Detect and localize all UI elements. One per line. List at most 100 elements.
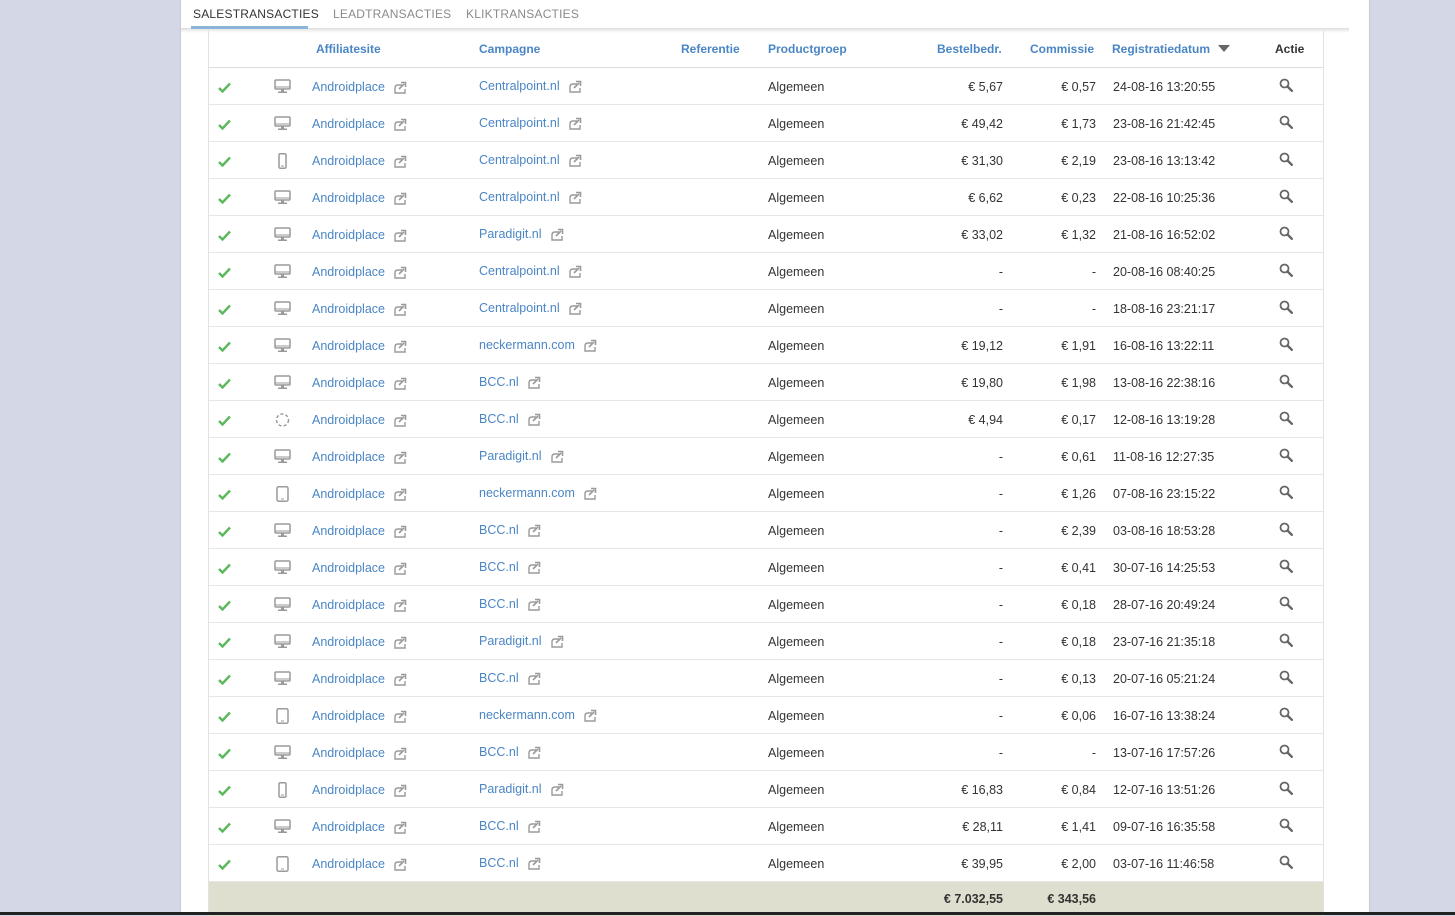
tab-kliktransacties[interactable]: KLIKTRANSACTIES xyxy=(466,7,579,21)
campaign-link[interactable]: BCC.nl xyxy=(479,856,519,870)
external-link-icon[interactable] xyxy=(526,746,541,762)
external-link-icon[interactable] xyxy=(526,598,541,614)
view-details-search-icon[interactable] xyxy=(1279,707,1294,724)
affiliatesite-link[interactable]: Androidplace xyxy=(312,746,385,760)
external-link-icon[interactable] xyxy=(526,413,541,429)
external-link-icon[interactable] xyxy=(392,599,407,615)
view-details-search-icon[interactable] xyxy=(1279,485,1294,502)
column-header-productgroep[interactable]: Productgroep xyxy=(768,42,847,56)
external-link-icon[interactable] xyxy=(392,636,407,652)
external-link-icon[interactable] xyxy=(582,487,597,503)
affiliatesite-link[interactable]: Androidplace xyxy=(312,228,385,242)
external-link-icon[interactable] xyxy=(392,451,407,467)
affiliatesite-link[interactable]: Androidplace xyxy=(312,191,385,205)
external-link-icon[interactable] xyxy=(392,673,407,689)
external-link-icon[interactable] xyxy=(526,561,541,577)
view-details-search-icon[interactable] xyxy=(1279,744,1294,761)
external-link-icon[interactable] xyxy=(392,229,407,245)
external-link-icon[interactable] xyxy=(392,858,407,874)
column-header-commissie[interactable]: Commissie xyxy=(1030,42,1094,56)
external-link-icon[interactable] xyxy=(392,192,407,208)
campaign-link[interactable]: Centralpoint.nl xyxy=(479,190,560,204)
affiliatesite-link[interactable]: Androidplace xyxy=(312,635,385,649)
campaign-link[interactable]: neckermann.com xyxy=(479,486,575,500)
column-header-referentie[interactable]: Referentie xyxy=(681,42,740,56)
external-link-icon[interactable] xyxy=(392,81,407,97)
view-details-search-icon[interactable] xyxy=(1279,818,1294,835)
campaign-link[interactable]: BCC.nl xyxy=(479,560,519,574)
campaign-link[interactable]: BCC.nl xyxy=(479,819,519,833)
external-link-icon[interactable] xyxy=(392,155,407,171)
tab-salestransacties[interactable]: SALESTRANSACTIES xyxy=(193,7,319,21)
view-details-search-icon[interactable] xyxy=(1279,448,1294,465)
affiliatesite-link[interactable]: Androidplace xyxy=(312,413,385,427)
external-link-icon[interactable] xyxy=(549,635,564,651)
external-link-icon[interactable] xyxy=(392,784,407,800)
view-details-search-icon[interactable] xyxy=(1279,522,1294,539)
external-link-icon[interactable] xyxy=(549,450,564,466)
campaign-link[interactable]: neckermann.com xyxy=(479,708,575,722)
column-header-registratiedatum[interactable]: Registratiedatum xyxy=(1112,42,1231,56)
campaign-link[interactable]: BCC.nl xyxy=(479,671,519,685)
affiliatesite-link[interactable]: Androidplace xyxy=(312,265,385,279)
external-link-icon[interactable] xyxy=(392,710,407,726)
external-link-icon[interactable] xyxy=(392,118,407,134)
affiliatesite-link[interactable]: Androidplace xyxy=(312,450,385,464)
external-link-icon[interactable] xyxy=(549,228,564,244)
column-header-campagne[interactable]: Campagne xyxy=(479,42,540,56)
affiliatesite-link[interactable]: Androidplace xyxy=(312,80,385,94)
view-details-search-icon[interactable] xyxy=(1279,152,1294,169)
external-link-icon[interactable] xyxy=(526,820,541,836)
external-link-icon[interactable] xyxy=(567,80,582,96)
campaign-link[interactable]: Paradigit.nl xyxy=(479,634,542,648)
affiliatesite-link[interactable]: Androidplace xyxy=(312,672,385,686)
campaign-link[interactable]: Centralpoint.nl xyxy=(479,301,560,315)
campaign-link[interactable]: Centralpoint.nl xyxy=(479,116,560,130)
campaign-link[interactable]: Centralpoint.nl xyxy=(479,264,560,278)
external-link-icon[interactable] xyxy=(392,377,407,393)
view-details-search-icon[interactable] xyxy=(1279,670,1294,687)
column-header-affiliatesite[interactable]: Affiliatesite xyxy=(316,42,381,56)
view-details-search-icon[interactable] xyxy=(1279,411,1294,428)
campaign-link[interactable]: BCC.nl xyxy=(479,375,519,389)
external-link-icon[interactable] xyxy=(392,488,407,504)
affiliatesite-link[interactable]: Androidplace xyxy=(312,339,385,353)
affiliatesite-link[interactable]: Androidplace xyxy=(312,561,385,575)
affiliatesite-link[interactable]: Androidplace xyxy=(312,783,385,797)
external-link-icon[interactable] xyxy=(392,747,407,763)
campaign-link[interactable]: BCC.nl xyxy=(479,597,519,611)
external-link-icon[interactable] xyxy=(582,339,597,355)
external-link-icon[interactable] xyxy=(567,154,582,170)
view-details-search-icon[interactable] xyxy=(1279,78,1294,95)
external-link-icon[interactable] xyxy=(567,265,582,281)
external-link-icon[interactable] xyxy=(549,783,564,799)
external-link-icon[interactable] xyxy=(582,709,597,725)
view-details-search-icon[interactable] xyxy=(1279,226,1294,243)
view-details-search-icon[interactable] xyxy=(1279,596,1294,613)
external-link-icon[interactable] xyxy=(567,117,582,133)
affiliatesite-link[interactable]: Androidplace xyxy=(312,709,385,723)
external-link-icon[interactable] xyxy=(392,821,407,837)
affiliatesite-link[interactable]: Androidplace xyxy=(312,117,385,131)
affiliatesite-link[interactable]: Androidplace xyxy=(312,820,385,834)
column-header-bestelbedrag[interactable]: Bestelbedr. xyxy=(937,42,1002,56)
external-link-icon[interactable] xyxy=(526,524,541,540)
affiliatesite-link[interactable]: Androidplace xyxy=(312,524,385,538)
campaign-link[interactable]: BCC.nl xyxy=(479,412,519,426)
view-details-search-icon[interactable] xyxy=(1279,337,1294,354)
campaign-link[interactable]: BCC.nl xyxy=(479,523,519,537)
external-link-icon[interactable] xyxy=(392,562,407,578)
view-details-search-icon[interactable] xyxy=(1279,855,1294,872)
affiliatesite-link[interactable]: Androidplace xyxy=(312,487,385,501)
external-link-icon[interactable] xyxy=(526,376,541,392)
tab-leadtransacties[interactable]: LEADTRANSACTIES xyxy=(333,7,451,21)
external-link-icon[interactable] xyxy=(392,340,407,356)
view-details-search-icon[interactable] xyxy=(1279,263,1294,280)
campaign-link[interactable]: Centralpoint.nl xyxy=(479,79,560,93)
affiliatesite-link[interactable]: Androidplace xyxy=(312,154,385,168)
campaign-link[interactable]: neckermann.com xyxy=(479,338,575,352)
view-details-search-icon[interactable] xyxy=(1279,633,1294,650)
view-details-search-icon[interactable] xyxy=(1279,559,1294,576)
campaign-link[interactable]: Paradigit.nl xyxy=(479,782,542,796)
view-details-search-icon[interactable] xyxy=(1279,374,1294,391)
